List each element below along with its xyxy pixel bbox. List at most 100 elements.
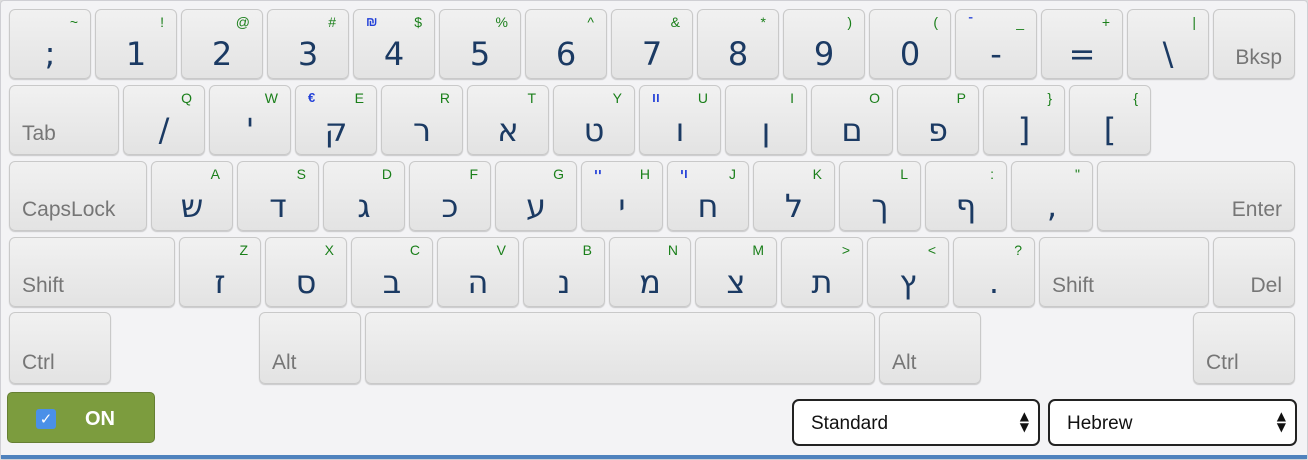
key-semicolon[interactable]: ף: [925,161,1007,231]
key-c[interactable]: בC [351,237,433,307]
key-1[interactable]: 1! [95,9,177,79]
key-s[interactable]: דS [237,161,319,231]
checkmark-icon[interactable]: ✓ [36,409,56,429]
key-d[interactable]: גD [323,161,405,231]
key-9[interactable]: 9) [783,9,865,79]
key-shift-label: < [927,242,936,258]
key-j[interactable]: חJ ױ [667,161,749,231]
key-shift-label: $ [414,14,422,30]
key-b[interactable]: נB [523,237,605,307]
key-shift-label: U [697,90,708,106]
key-y[interactable]: טY [553,85,635,155]
key-shift-label: X [324,242,334,258]
key-shift-label: G [553,166,564,182]
key-a[interactable]: שA [151,161,233,231]
key-main-label: 1 [125,35,147,73]
key-0[interactable]: 0( [869,9,951,79]
key-main-label: , [1046,187,1058,225]
key-delete[interactable]: Del [1213,237,1295,307]
key-alt-right[interactable]: Alt [879,312,981,384]
key-5[interactable]: 5% [439,9,521,79]
key-6[interactable]: 6 ^ [525,9,607,79]
key-m[interactable]: צM [695,237,777,307]
key-function-label: Alt [272,351,297,374]
key-shift-label: L [900,166,908,182]
key-function-label: Enter [1231,198,1282,221]
key-h[interactable]: יH ײ [581,161,663,231]
key-period[interactable]: ץ < [867,237,949,307]
key-7[interactable]: 7 & [611,9,693,79]
key-z[interactable]: זZ [179,237,261,307]
key-main-label: 5 [469,35,491,73]
key-slash[interactable]: .? [953,237,1035,307]
key-function-label: Ctrl [22,351,55,374]
key-r[interactable]: רR [381,85,463,155]
key-main-label: [ [1103,111,1117,149]
key-main-label: ] [1017,111,1031,149]
key-main-label: ג [357,187,371,225]
key-alt-label: € [308,90,316,105]
key-x[interactable]: סX [265,237,347,307]
key-backtick[interactable]: ; ~ [9,9,91,79]
key-u[interactable]: וU װ [639,85,721,155]
key-3[interactable]: 3 # [267,9,349,79]
key-n[interactable]: מN [609,237,691,307]
key-shift-left[interactable]: Shift [9,237,175,307]
key-tab[interactable]: Tab [9,85,119,155]
key-main-label: ; [44,35,56,73]
key-q[interactable]: / Q [123,85,205,155]
key-bracket-left[interactable]: [{ [1069,85,1151,155]
key-alt-label: ױ [680,166,688,181]
key-backslash[interactable]: \ | [1127,9,1209,79]
key-function-label: CapsLock [22,198,116,221]
key-8[interactable]: 8 * [697,9,779,79]
key-p[interactable]: פP [897,85,979,155]
key-main-label: ל [784,187,804,225]
select-arrows-icon: ▲ ▼ [1276,409,1286,434]
key-backspace[interactable]: Bksp [1213,9,1295,79]
key-t[interactable]: אT [467,85,549,155]
key-main-label: 9 [813,35,835,73]
key-shift-label: % [495,14,508,30]
key-quote[interactable]: , " [1011,161,1093,231]
key-ctrl-right[interactable]: Ctrl [1193,312,1295,384]
key-minus[interactable]: - _ ־ [955,9,1037,79]
key-shift-label: F [469,166,478,182]
key-i[interactable]: ןI [725,85,807,155]
key-space[interactable] [365,312,875,384]
key-shift-label: N [667,242,678,258]
key-shift-label: Z [239,242,248,258]
key-capslock[interactable]: CapsLock [9,161,147,231]
key-e[interactable]: ק E € [295,85,377,155]
key-main-label: 6 [555,35,577,73]
key-w[interactable]: ' W [209,85,291,155]
key-main-label: ב [382,263,402,301]
key-shift-label: ^ [587,14,594,30]
key-v[interactable]: הV [437,237,519,307]
key-shift-right[interactable]: Shift [1039,237,1209,307]
key-2[interactable]: 2 @ [181,9,263,79]
key-enter[interactable]: Enter [1097,161,1295,231]
key-o[interactable]: םO [811,85,893,155]
key-main-label: ף [955,187,977,225]
key-l[interactable]: ךL [839,161,921,231]
key-4[interactable]: 4 $ ₪ [353,9,435,79]
key-equals[interactable]: = + [1041,9,1123,79]
key-alt-label: ײ [594,166,602,181]
key-k[interactable]: לK [753,161,835,231]
key-comma[interactable]: ת > [781,237,863,307]
layout-select[interactable]: Standard ▲ ▼ [792,399,1040,446]
key-g[interactable]: עG [495,161,577,231]
key-bracket-right[interactable]: ]} [983,85,1065,155]
keyboard-on-toggle[interactable]: ✓ ON [7,392,155,443]
language-select[interactable]: Hebrew ▲ ▼ [1048,399,1297,446]
key-f[interactable]: כF [409,161,491,231]
key-main-label: ' [245,111,255,149]
key-shift-label: C [409,242,420,258]
key-main-label: צ [726,263,746,301]
key-main-label: ם [841,111,863,149]
key-shift-label: O [869,90,880,106]
key-alt-left[interactable]: Alt [259,312,361,384]
key-main-label: \ [1162,35,1174,73]
key-ctrl-left[interactable]: Ctrl [9,312,111,384]
